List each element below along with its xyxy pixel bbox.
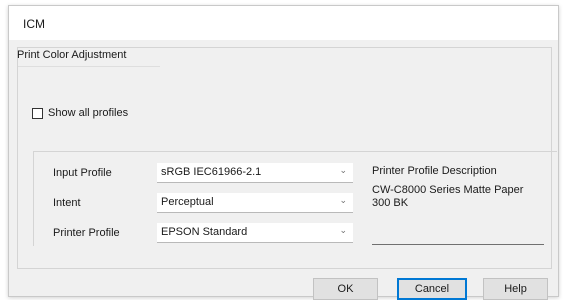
input-profile-value: sRGB IEC61966-2.1 xyxy=(161,166,262,178)
printer-profile-value: EPSON Standard xyxy=(161,226,248,238)
intent-value: Perceptual xyxy=(161,196,214,208)
intent-dropdown[interactable]: Perceptual ⌄ xyxy=(157,193,353,213)
show-all-profiles-label: Show all profiles xyxy=(48,107,129,119)
title-bar[interactable]: ICM xyxy=(9,6,558,40)
input-profile-dropdown[interactable]: sRGB IEC61966-2.1 ⌄ xyxy=(157,163,353,183)
group-label-divider xyxy=(18,66,160,67)
printer-profile-dropdown[interactable]: EPSON Standard ⌄ xyxy=(157,223,353,243)
cancel-button[interactable]: Cancel xyxy=(397,278,467,300)
chevron-down-icon: ⌄ xyxy=(339,225,347,235)
chevron-down-icon: ⌄ xyxy=(339,165,347,175)
chevron-down-icon: ⌄ xyxy=(339,195,347,205)
show-all-profiles-checkbox[interactable] xyxy=(32,107,43,119)
window-title: ICM xyxy=(23,17,45,31)
profile-description-text: CW-C8000 Series Matte Paper 300 BK xyxy=(372,184,524,209)
profile-description-divider xyxy=(372,244,544,245)
input-profile-label: Input Profile xyxy=(53,167,112,179)
show-all-profiles-row[interactable]: Show all profiles xyxy=(32,107,128,119)
printer-profile-label: Printer Profile xyxy=(53,227,120,239)
group-label: Print Color Adjustment xyxy=(17,49,127,61)
profile-description-title: Printer Profile Description xyxy=(372,165,497,177)
icm-dialog: ICM Print Color Adjustment Show all prof… xyxy=(8,5,559,300)
intent-label: Intent xyxy=(53,197,81,209)
ok-button[interactable]: OK xyxy=(313,278,378,300)
help-button[interactable]: Help xyxy=(483,278,548,300)
dialog-client-area: Print Color Adjustment Show all profiles… xyxy=(9,40,558,300)
